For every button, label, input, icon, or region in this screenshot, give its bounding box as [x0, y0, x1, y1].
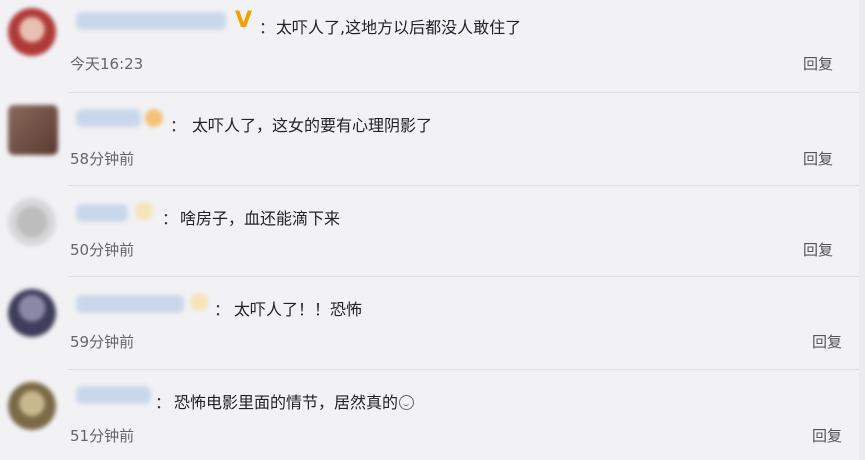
scrollbar[interactable]: [859, 0, 865, 460]
reply-button[interactable]: 回复: [812, 425, 842, 446]
username-blurred[interactable]: [76, 295, 184, 313]
avatar[interactable]: [8, 289, 56, 337]
comment-timestamp: 58分钟前: [70, 150, 135, 168]
username-blurred[interactable]: [76, 386, 151, 404]
avatar[interactable]: [8, 8, 56, 56]
comment-timestamp: 50分钟前: [70, 241, 135, 259]
comment-item: ： 啥房子，血还能滴下来 50分钟前 回复: [0, 186, 865, 276]
reply-button[interactable]: 回复: [812, 331, 842, 352]
comment-timestamp: 51分钟前: [70, 427, 135, 445]
comment-text: 太吓人了,这地方以后都没人敢住了: [276, 18, 522, 37]
comment-list: V ： 太吓人了,这地方以后都没人敢住了 今天16:23 回复 ： 太吓人了，这…: [0, 0, 865, 460]
avatar[interactable]: [8, 198, 56, 246]
username-blurred[interactable]: [76, 109, 141, 127]
comment-item: ： 太吓人了！！恐怖 59分钟前 回复: [0, 277, 865, 369]
username-blurred[interactable]: [76, 12, 226, 30]
comment-timestamp: 59分钟前: [70, 333, 135, 351]
separator-colon: ：: [259, 18, 276, 37]
comment-text: 太吓人了，这女的要有心理阴影了: [192, 116, 433, 135]
reply-button[interactable]: 回复: [803, 53, 833, 74]
comment-item: ： 太吓人了，这女的要有心理阴影了 58分钟前 回复: [0, 93, 865, 185]
separator-colon: ：: [162, 209, 179, 228]
comment-timestamp: 今天16:23: [70, 55, 144, 73]
comment-text: 啥房子，血还能滴下来: [180, 209, 341, 228]
verified-v-badge: V: [235, 8, 253, 33]
separator-colon: ：: [170, 116, 187, 135]
separator-colon: ：: [155, 393, 172, 412]
member-badge-icon: [145, 109, 163, 127]
smile-emoji-icon: [399, 395, 415, 410]
comment-text-body: 恐怖电影里面的情节，居然真的: [174, 393, 399, 412]
comment-text: 太吓人了！！恐怖: [234, 300, 363, 319]
comment-text: 恐怖电影里面的情节，居然真的: [174, 389, 415, 413]
avatar[interactable]: [8, 105, 58, 155]
member-badge-icon: [190, 293, 208, 311]
reply-button[interactable]: 回复: [803, 239, 833, 260]
comment-item: ： 恐怖电影里面的情节，居然真的 51分钟前 回复: [0, 370, 865, 460]
comment-item: V ： 太吓人了,这地方以后都没人敢住了 今天16:23 回复: [0, 0, 865, 93]
member-badge-icon: [135, 202, 153, 220]
avatar[interactable]: [8, 382, 56, 430]
username-blurred[interactable]: [76, 204, 128, 222]
separator-colon: ：: [214, 300, 231, 319]
reply-button[interactable]: 回复: [803, 148, 833, 169]
